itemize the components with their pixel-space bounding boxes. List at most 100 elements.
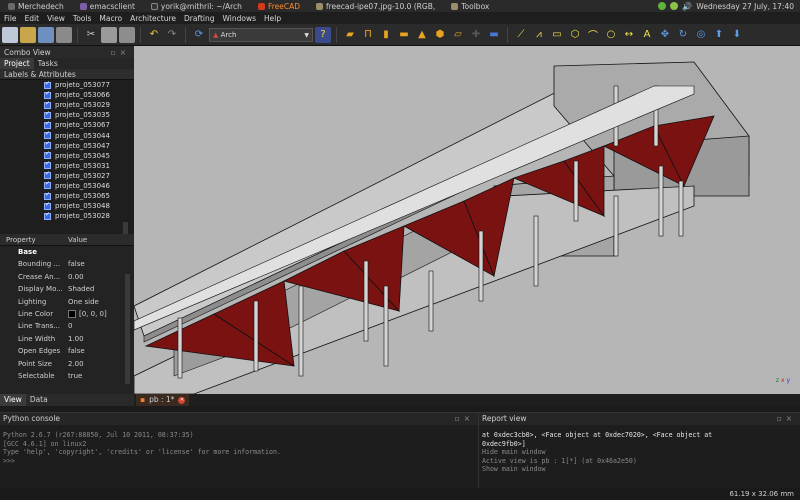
- task-toolbox[interactable]: Toolbox: [443, 2, 497, 11]
- add-icon[interactable]: ✚: [468, 27, 484, 43]
- cell-icon[interactable]: ▮: [378, 27, 394, 43]
- save-icon[interactable]: [38, 26, 54, 43]
- property-value[interactable]: 0: [62, 320, 72, 332]
- property-row[interactable]: Crease An... 0.00: [0, 271, 134, 283]
- report-log[interactable]: at 0xdec3cb0>, <Face object at 0xdec7020…: [479, 425, 800, 474]
- value-column-header[interactable]: Value: [62, 234, 87, 245]
- checkbox-icon[interactable]: [44, 120, 51, 129]
- line-icon[interactable]: ⟋: [513, 27, 529, 43]
- rotate-icon[interactable]: ↻: [675, 27, 691, 43]
- property-row[interactable]: Bounding ... false: [0, 258, 134, 270]
- rectangle-icon[interactable]: ▭: [549, 27, 565, 43]
- whats-this-icon[interactable]: ?: [315, 26, 331, 43]
- workbench-selector[interactable]: ▲ Arch ▼: [209, 27, 313, 42]
- checkbox-icon[interactable]: [44, 130, 51, 140]
- print-icon[interactable]: [56, 26, 72, 43]
- undo-icon[interactable]: ↶: [146, 27, 162, 43]
- tab-tasks[interactable]: Tasks: [34, 58, 62, 69]
- property-row[interactable]: Selectable true: [0, 370, 134, 382]
- property-value[interactable]: true: [62, 370, 82, 382]
- paste-icon[interactable]: [119, 26, 135, 43]
- property-row[interactable]: Line Width 1.00: [0, 333, 134, 345]
- tree-scrollbar[interactable]: [123, 222, 128, 234]
- property-row[interactable]: Line Trans... 0: [0, 320, 134, 332]
- menu-view[interactable]: View: [43, 14, 69, 23]
- wire-icon[interactable]: ⩘: [531, 27, 547, 43]
- circle-icon[interactable]: ○: [603, 27, 619, 43]
- text-icon[interactable]: A: [639, 27, 655, 43]
- checkbox-icon[interactable]: [44, 140, 51, 150]
- property-group-base[interactable]: Base: [0, 246, 134, 258]
- property-row[interactable]: Line Color [0, 0, 0]: [0, 308, 134, 320]
- polygon-icon[interactable]: ⬡: [567, 27, 583, 43]
- arc-icon[interactable]: ⌒: [585, 27, 601, 43]
- close-icon[interactable]: ✕: [178, 396, 186, 404]
- menu-drafting[interactable]: Drafting: [180, 14, 219, 23]
- property-row[interactable]: Point Size 2.00: [0, 358, 134, 370]
- menu-macro[interactable]: Macro: [95, 14, 126, 23]
- clock[interactable]: Wednesday 27 July, 17:40: [696, 2, 794, 11]
- document-tab[interactable]: ▪ pb : 1* ✕: [136, 394, 190, 406]
- tree-item[interactable]: projeto_053047: [0, 140, 134, 151]
- tree-header[interactable]: Labels & Attributes: [0, 69, 134, 80]
- update-icon[interactable]: [670, 2, 679, 10]
- offset-icon[interactable]: ◎: [693, 27, 709, 43]
- window-icon[interactable]: ▱: [450, 27, 466, 43]
- property-row[interactable]: Display Mo... Shaded: [0, 283, 134, 295]
- menu-help[interactable]: Help: [260, 14, 285, 23]
- tree-item[interactable]: projeto_053065: [0, 191, 134, 201]
- checkbox-icon[interactable]: [44, 170, 51, 180]
- task-terminal[interactable]: yorik@mithril: ~/Arch: [143, 2, 250, 11]
- menu-windows[interactable]: Windows: [219, 14, 260, 23]
- checkbox-icon[interactable]: [44, 110, 51, 119]
- upgrade-icon[interactable]: ⬆: [711, 27, 727, 43]
- dock-buttons[interactable]: ▫×: [455, 413, 478, 425]
- tree-item[interactable]: projeto_053048: [0, 201, 134, 211]
- checkbox-icon[interactable]: [44, 100, 51, 109]
- redo-icon[interactable]: ↷: [164, 27, 180, 43]
- console-prompt[interactable]: >>>: [0, 457, 478, 466]
- tab-data[interactable]: Data: [26, 394, 52, 406]
- task-emacsclient[interactable]: emacsclient: [72, 2, 143, 11]
- building-icon[interactable]: ▲: [414, 27, 430, 43]
- open-folder-icon[interactable]: [20, 26, 36, 43]
- task-freecad[interactable]: FreeCAD: [250, 2, 308, 11]
- property-value[interactable]: One side: [62, 296, 99, 308]
- menu-file[interactable]: File: [0, 14, 21, 23]
- tab-view[interactable]: View: [0, 394, 26, 406]
- tree-item[interactable]: projeto_053028: [0, 211, 134, 221]
- menu-edit[interactable]: Edit: [21, 14, 44, 23]
- property-column-header[interactable]: Property: [0, 234, 62, 245]
- property-scrollbar[interactable]: [125, 274, 130, 384]
- floor-icon[interactable]: ▬: [396, 27, 412, 43]
- dimension-icon[interactable]: ↔: [621, 27, 637, 43]
- tree-item[interactable]: projeto_053031: [0, 160, 134, 171]
- checkbox-icon[interactable]: [44, 150, 51, 160]
- property-value[interactable]: 0.00: [62, 271, 84, 283]
- tree-item[interactable]: projeto_053035: [0, 110, 134, 120]
- tree-item[interactable]: projeto_053046: [0, 180, 134, 191]
- tree-item[interactable]: projeto_053067: [0, 120, 134, 130]
- structure-icon[interactable]: Π: [360, 27, 376, 43]
- tree-item[interactable]: projeto_053029: [0, 100, 134, 110]
- property-value[interactable]: 2.00: [62, 358, 84, 370]
- 3d-viewport[interactable]: z x y: [134, 46, 800, 394]
- task-merchedech[interactable]: Merchedech: [0, 2, 72, 11]
- property-value[interactable]: false: [62, 345, 85, 357]
- volume-icon[interactable]: 🔊: [682, 2, 692, 11]
- checkbox-icon[interactable]: [44, 191, 51, 200]
- task-gimp-image[interactable]: freecad-ipe07.jpg-10.0 (RGB,: [308, 2, 443, 11]
- building-model[interactable]: [134, 46, 800, 394]
- dock-buttons[interactable]: ▫×: [777, 413, 800, 425]
- network-icon[interactable]: [658, 2, 667, 10]
- color-swatch[interactable]: [68, 310, 76, 319]
- checkbox-icon[interactable]: [44, 201, 51, 210]
- site-icon[interactable]: ⬢: [432, 27, 448, 43]
- property-value[interactable]: [0, 0, 0]: [62, 308, 107, 320]
- new-document-icon[interactable]: [2, 26, 18, 43]
- tree-item[interactable]: projeto_053077: [0, 80, 134, 90]
- menu-tools[interactable]: Tools: [69, 14, 95, 23]
- copy-icon[interactable]: [101, 26, 117, 43]
- checkbox-icon[interactable]: [44, 180, 51, 190]
- tree-item[interactable]: projeto_053027: [0, 170, 134, 181]
